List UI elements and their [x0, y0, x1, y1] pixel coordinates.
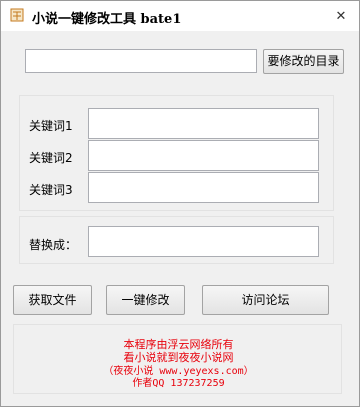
replace-input[interactable]: [88, 226, 319, 257]
keyword3-input[interactable]: [88, 172, 319, 203]
footer-qq-text: 作者QQ 137237259: [132, 378, 225, 389]
close-icon[interactable]: ✕: [333, 9, 349, 25]
visit-forum-button[interactable]: 访问论坛: [202, 285, 329, 315]
get-files-button[interactable]: 获取文件: [13, 285, 92, 315]
replace-label: 替换成：: [29, 238, 78, 252]
app-window: 小说一键修改工具 bate1 ✕ 要修改的目录 关键词1 关键词2 关键词3 替…: [0, 0, 360, 407]
directory-path-input[interactable]: [25, 49, 257, 73]
keyword1-input[interactable]: [88, 108, 319, 139]
one-click-modify-button[interactable]: 一键修改: [106, 285, 185, 315]
footer-notice: 本程序由浮云网络所有 看小说就到夜夜小说网 （夜夜小说 www.yeyexs.c…: [13, 324, 342, 394]
book-icon: [10, 8, 24, 22]
window-title: 小说一键修改工具 bate1: [32, 12, 182, 27]
keyword2-input[interactable]: [88, 140, 319, 171]
keyword1-label: 关键词1: [29, 119, 73, 133]
select-directory-button[interactable]: 要修改的目录: [263, 49, 344, 74]
title-bar[interactable]: 小说一键修改工具 bate1 ✕: [1, 1, 359, 31]
keyword2-label: 关键词2: [29, 151, 73, 165]
keyword3-label: 关键词3: [29, 183, 73, 197]
